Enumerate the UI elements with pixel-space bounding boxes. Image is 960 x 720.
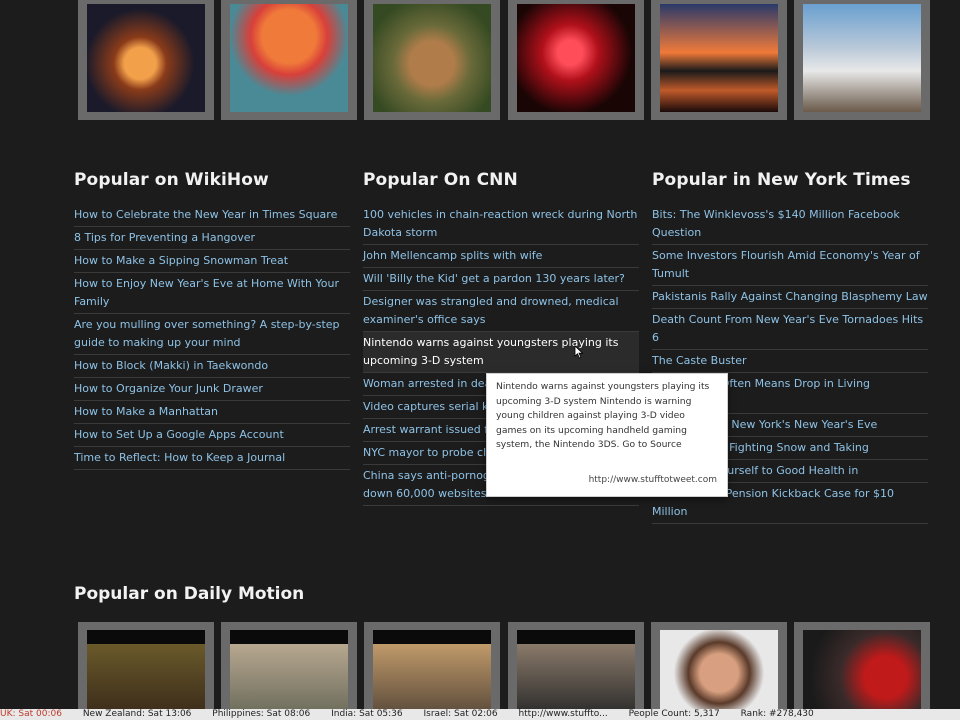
list-item[interactable]: Pakistanis Rally Against Changing Blasph…	[652, 286, 928, 309]
list-item[interactable]: How to Organize Your Junk Drawer	[74, 378, 350, 401]
wikihow-list: How to Celebrate the New Year in Times S…	[74, 204, 350, 470]
list-item[interactable]: The Caste Buster	[652, 350, 928, 373]
list-item[interactable]: How to Set Up a Google Apps Account	[74, 424, 350, 447]
list-item[interactable]: Death Count From New Year's Eve Tornadoe…	[652, 309, 928, 350]
list-item-hovered[interactable]: Nintendo warns against youngsters playin…	[363, 332, 639, 373]
list-item[interactable]: Some Investors Flourish Amid Economy's Y…	[652, 245, 928, 286]
dailymotion-thumbnail-strip	[78, 622, 930, 712]
list-item[interactable]: Designer was strangled and drowned, medi…	[363, 291, 639, 332]
ticker-item: India: Sat 05:36	[331, 709, 403, 719]
video-thumbnail-6[interactable]	[793, 622, 930, 712]
thumbnail-6[interactable]	[793, 0, 930, 120]
list-item[interactable]: How to Enjoy New Year's Eve at Home With…	[74, 273, 350, 314]
ticker-item: Israel: Sat 02:06	[423, 709, 498, 719]
ticker-item: People Count: 5,317	[628, 709, 720, 719]
list-item[interactable]: Are you mulling over something? A step-b…	[74, 314, 350, 355]
list-item[interactable]: Will 'Billy the Kid' get a pardon 130 ye…	[363, 268, 639, 291]
cursor-icon	[574, 345, 584, 359]
wikihow-column: Popular on WikiHow How to Celebrate the …	[74, 170, 350, 470]
list-item[interactable]: How to Make a Sipping Snowman Treat	[74, 250, 350, 273]
tooltip-text: Nintendo warns against youngsters playin…	[496, 381, 710, 451]
thumbnail-5[interactable]	[650, 0, 787, 120]
wikihow-title: Popular on WikiHow	[74, 170, 269, 190]
list-item[interactable]: 8 Tips for Preventing a Hangover	[74, 227, 350, 250]
thumbnail-1[interactable]	[78, 0, 214, 120]
ticker-item: UK: Sat 00:06	[0, 709, 62, 719]
cnn-title: Popular On CNN	[363, 170, 518, 190]
ticker-item: New Zealand: Sat 13:06	[82, 709, 192, 719]
list-item[interactable]: Time to Reflect: How to Keep a Journal	[74, 447, 350, 470]
thumbnail-4[interactable]	[507, 0, 644, 120]
status-ticker: UK: Sat 00:06 New Zealand: Sat 13:06 Phi…	[0, 709, 960, 720]
video-thumbnail-5[interactable]	[650, 622, 787, 712]
video-thumbnail-1[interactable]	[78, 622, 214, 712]
top-thumbnail-strip	[78, 0, 930, 120]
ticker-item[interactable]: http://www.stuffto...	[518, 709, 607, 720]
video-thumbnail-3[interactable]	[364, 622, 501, 712]
list-item[interactable]: Bits: The Winklevoss's $140 Million Face…	[652, 204, 928, 245]
thumbnail-2[interactable]	[221, 0, 358, 120]
list-item[interactable]: How to Celebrate the New Year in Times S…	[74, 204, 350, 227]
thumbnail-3[interactable]	[364, 0, 501, 120]
list-item[interactable]: How to Make a Manhattan	[74, 401, 350, 424]
tooltip-source-link[interactable]: http://www.stufftotweet.com	[589, 473, 717, 488]
article-tooltip: Nintendo warns against youngsters playin…	[486, 373, 728, 497]
dailymotion-title: Popular on Daily Motion	[74, 584, 305, 604]
list-item[interactable]: John Mellencamp splits with wife	[363, 245, 639, 268]
ticker-item: Rank: #278,430	[740, 709, 814, 719]
video-thumbnail-4[interactable]	[507, 622, 644, 712]
list-item[interactable]: 100 vehicles in chain-reaction wreck dur…	[363, 204, 639, 245]
list-item[interactable]: How to Block (Makki) in Taekwondo	[74, 355, 350, 378]
ticker-item: Philippines: Sat 08:06	[212, 709, 311, 719]
video-thumbnail-2[interactable]	[221, 622, 358, 712]
nyt-title: Popular in New York Times	[652, 170, 911, 190]
